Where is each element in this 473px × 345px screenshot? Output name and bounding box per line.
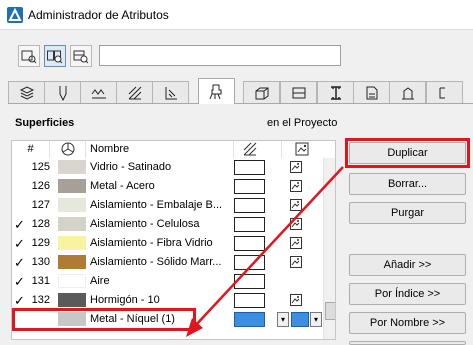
surface-icon	[209, 84, 222, 100]
annotation-arrow	[186, 166, 344, 337]
tab-surfaces[interactable]	[198, 78, 235, 104]
